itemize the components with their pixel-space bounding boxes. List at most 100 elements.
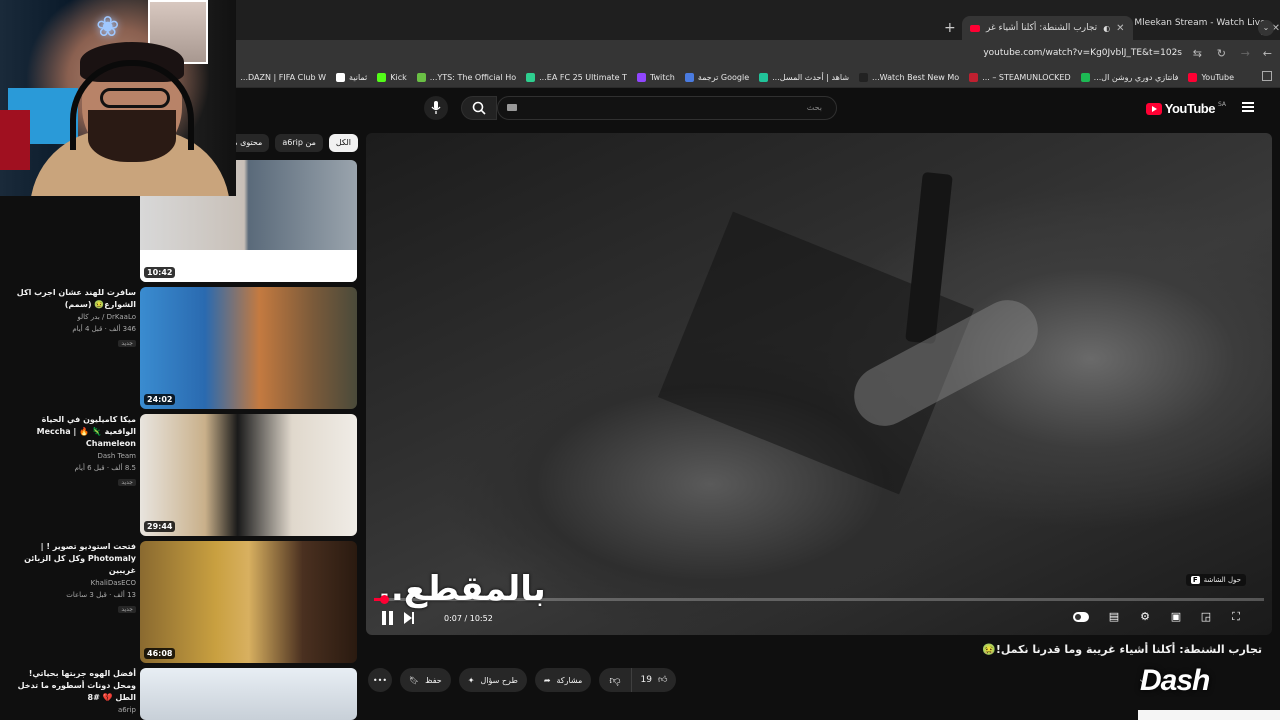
video-duration: 29:44 [144, 521, 176, 532]
recommendation-title: ميكا كاميليون في الحياة الواقعية 🦎 🔥 | M… [36, 415, 136, 448]
bookmark-label: Google ترجمة [697, 73, 750, 82]
tab-title: تجارب الشنطة: أكلنا أشياء غر [986, 23, 1098, 33]
bookmark-label: شاهد | أحدث المسل... [772, 73, 850, 82]
dash-logo: Dash [1140, 664, 1210, 697]
bookmark-label: Watch Best New Mo... [872, 73, 960, 82]
reload-icon[interactable]: ↻ [1217, 47, 1226, 60]
video-actions: ••• 🔖︎ حفظ ✦ طرح سؤال ➦ مشاركة 👎︎ 19 👍︎ [368, 668, 677, 692]
bookmark-label: Kick [390, 73, 407, 82]
youtube-play-icon [1145, 102, 1162, 115]
bookmark-item[interactable]: فانتازي دوري روشن ال... [1080, 73, 1178, 82]
bookmark-item[interactable]: شاهد | أحدث المسل... [759, 73, 849, 82]
video-player[interactable]: بالمقطع.. حول الشاشة F 0:07 / 10:52 ▤ ⚙ … [366, 133, 1272, 635]
new-badge: جديد [118, 340, 136, 347]
share-label: مشاركة [556, 675, 583, 685]
view-mode-label: حول الشاشة [1203, 576, 1241, 584]
search-icon [472, 101, 486, 115]
recommendation-info[interactable]: أفضل الهوه جربتها بحياتي! ومحل دونات أسط… [10, 668, 136, 716]
chip-all[interactable]: الكل [328, 134, 358, 152]
dislike-button[interactable]: 👎︎ [599, 668, 630, 692]
recommendation-info[interactable]: سافرت للهند عشان اجرب اكل الشوارع🤢 (سمم)… [10, 287, 136, 348]
more-icon: ••• [372, 675, 388, 685]
scrubber-handle[interactable] [379, 595, 389, 604]
video-title: تجارب الشنطة: أكلنا أشياء غريبة وما قدرن… [982, 643, 1262, 656]
keyboard-icon[interactable] [507, 104, 517, 111]
next-icon[interactable] [404, 612, 414, 624]
autoplay-toggle[interactable] [1073, 612, 1089, 622]
bookmark-item[interactable]: Kick [377, 73, 407, 82]
bookmark-favicon-icon [526, 73, 536, 82]
thumbs-down-icon: 👎︎ [609, 673, 621, 687]
video-stats: 346 ألف · قبل 4 أيام [72, 325, 136, 333]
youtube-logo[interactable]: YouTube SA [1145, 101, 1226, 116]
new-tab-button[interactable]: + [944, 20, 956, 36]
bookmark-item[interactable]: EA FC 25 Ultimate T... [526, 73, 627, 82]
chip-from-channel[interactable]: من a6rip [275, 134, 323, 152]
back-icon[interactable]: ← [1263, 47, 1272, 60]
ask-label: طرح سؤال [480, 675, 518, 685]
miniplayer-icon[interactable]: ▣ [1168, 611, 1184, 623]
like-count: 19 [640, 675, 652, 685]
recommendation-thumbnail[interactable]: 46:08 [140, 541, 357, 663]
cast-icon[interactable]: ◲ [1198, 611, 1214, 623]
pause-icon[interactable] [382, 611, 394, 625]
bookmark-favicon-icon [377, 73, 387, 82]
search-button[interactable] [461, 96, 497, 120]
channel-name[interactable]: KhaliDasECO [10, 578, 136, 589]
thumbs-up-icon: 👍︎ [657, 675, 668, 685]
bookmark-favicon-icon [636, 73, 646, 82]
bookmark-item[interactable]: ثمانية [336, 73, 367, 82]
channel-name[interactable]: Dash Team [10, 451, 137, 462]
bookmark-item[interactable]: YouTube [1188, 73, 1234, 82]
site-settings-icon[interactable]: ⇆ [1193, 47, 1202, 60]
tab-youtube-video[interactable]: ✕ ◐ تجارب الشنطة: أكلنا أشياء غر [962, 16, 1133, 40]
forward-icon[interactable]: → [1241, 47, 1250, 60]
recommendation-info[interactable]: ميكا كاميليون في الحياة الواقعية 🦎 🔥 | M… [10, 414, 136, 487]
webcam-overlay: ❀ [0, 0, 236, 196]
recommendation-thumbnail[interactable] [140, 668, 357, 720]
mute-icon[interactable]: ◐ [1103, 24, 1110, 33]
country-code: SA [1217, 101, 1226, 108]
url-field[interactable]: youtube.com/watch?v=Kg0JvblJ_TE&t=102s [983, 48, 1182, 58]
video-duration: 10:42 [144, 267, 176, 278]
bookmark-favicon-icon [684, 73, 694, 82]
bookmark-item[interactable]: YTS: The Official Ho... [416, 73, 517, 82]
bookmark-item[interactable]: DAZN | FIFA Club W... [227, 73, 326, 82]
recommendation-thumbnail[interactable]: 29:44 [140, 414, 357, 536]
save-button[interactable]: 🔖︎ حفظ [400, 668, 451, 692]
fullscreen-icon[interactable]: ⛶ [1228, 611, 1244, 623]
video-stats: 13 ألف · قبل 3 ساعات [66, 591, 136, 599]
bookmark-favicon-icon [759, 73, 769, 82]
tab-search-button[interactable]: ⌄ [1258, 20, 1274, 36]
video-frame [366, 133, 1272, 635]
ask-button[interactable]: ✦ طرح سؤال [458, 668, 527, 692]
share-button[interactable]: ➦ مشاركة [534, 668, 592, 692]
like-button[interactable]: 19 👍︎ [630, 668, 677, 692]
close-icon[interactable]: ✕ [1116, 23, 1124, 34]
voice-search-button[interactable] [424, 96, 448, 120]
bookmark-label: YTS: The Official Ho... [429, 73, 517, 82]
channel-name[interactable]: a6rip [10, 705, 136, 716]
bookmark-item[interactable]: Google ترجمة [684, 73, 750, 82]
recommendation-title: أفضل الهوه جربتها بحياتي! ومحل دونات أسط… [17, 669, 136, 702]
recommendation-info[interactable]: فتحت استوديو تصوير ! | Photomaly وكل كل … [10, 541, 136, 614]
bookmark-favicon-icon [336, 73, 346, 82]
bookmark-item[interactable]: Watch Best New Mo... [859, 73, 959, 82]
subtitles-icon[interactable]: ▤ [1106, 611, 1122, 623]
bookmark-favicon-icon [969, 73, 979, 82]
more-actions-button[interactable]: ••• [368, 668, 392, 692]
recommendation-thumbnail[interactable]: 24:02 [140, 287, 357, 409]
search-input[interactable]: بحث [497, 96, 837, 120]
bookmark-label: YouTube [1201, 73, 1234, 82]
bookmarks-folder-icon[interactable] [1262, 71, 1272, 81]
progress-bar[interactable] [374, 595, 1264, 604]
bookmark-item[interactable]: Twitch [636, 73, 675, 82]
bookmark-label: Twitch [649, 73, 675, 82]
bookmark-item[interactable]: STEAMUNLOCKED – ... [969, 73, 1071, 82]
channel-name[interactable]: DrKaaLo / بدر كالو [10, 312, 136, 323]
bookmark-label: ثمانية [349, 73, 368, 82]
tab-mleekan-stream[interactable]: ✕ Mleekan Stream - Watch Live o [1118, 18, 1280, 38]
bookmark-label: STEAMUNLOCKED – ... [982, 73, 1071, 82]
settings-icon[interactable]: ⚙ [1137, 611, 1153, 623]
menu-icon[interactable] [1242, 102, 1254, 112]
